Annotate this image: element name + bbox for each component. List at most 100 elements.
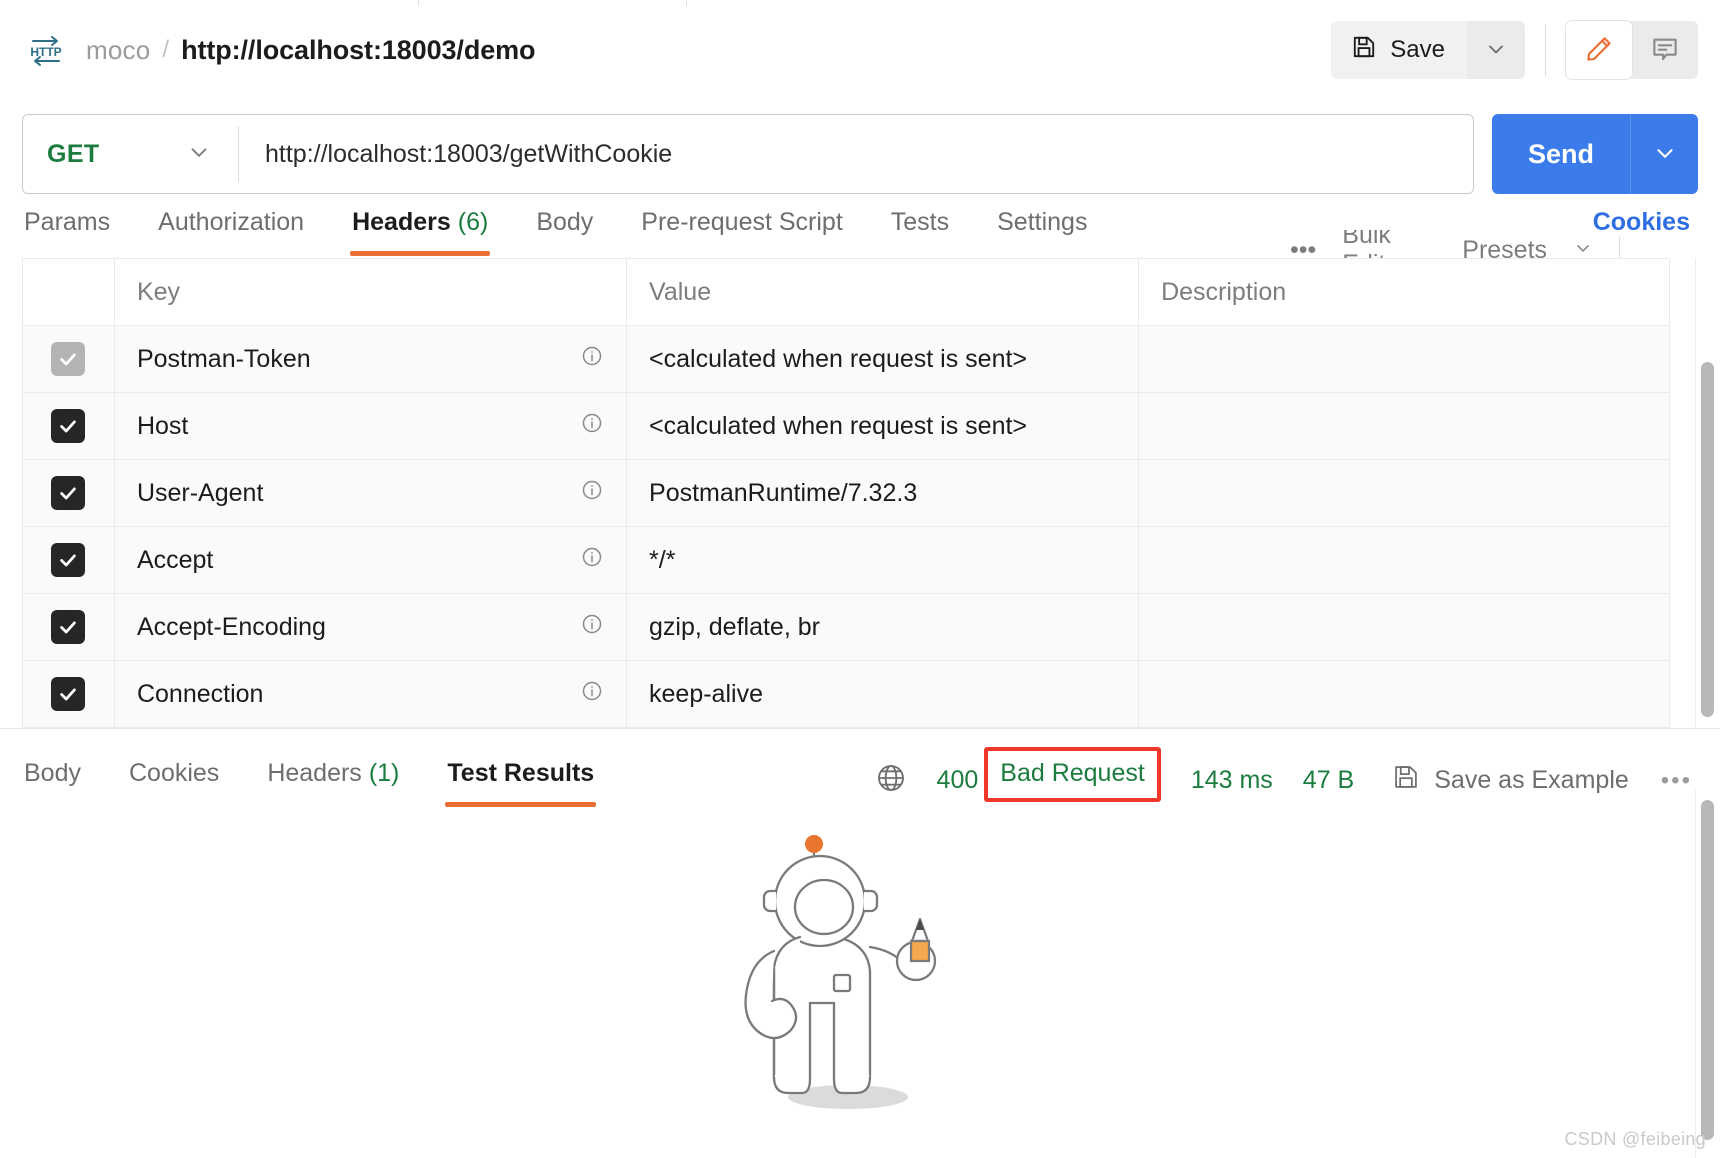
save-button[interactable]: Save [1331, 21, 1467, 79]
tab-count: (1) [368, 759, 400, 787]
table-header-row: Key Value Description [22, 258, 1670, 326]
info-circle-icon[interactable] [580, 612, 604, 643]
save-as-example-label: Save as Example [1434, 766, 1629, 794]
chevron-down-icon [1652, 140, 1678, 169]
response-tab-headers[interactable]: Headers (1) [265, 751, 401, 804]
info-circle-icon[interactable] [580, 411, 604, 442]
header-value: PostmanRuntime/7.32.3 [649, 478, 918, 507]
tab-authorization[interactable]: Authorization [156, 200, 306, 253]
save-button-group: Save [1331, 21, 1525, 79]
tab-pre-request-script[interactable]: Pre-request Script [639, 200, 844, 253]
url-input[interactable] [239, 115, 1473, 193]
response-tab-test-results[interactable]: Test Results [445, 751, 596, 807]
edit-mode-button[interactable] [1566, 21, 1632, 79]
header-value: keep-alive [649, 679, 763, 708]
header-key: Connection [136, 679, 264, 708]
header-key: Accept-Encoding [136, 612, 326, 641]
tab-settings[interactable]: Settings [995, 200, 1089, 253]
comment-icon [1650, 34, 1680, 67]
watermark: CSDN @feibeing [1564, 1129, 1706, 1149]
method-selector[interactable]: GET [23, 115, 238, 193]
chevron-down-icon [186, 139, 212, 170]
tab-label: Body [536, 208, 594, 236]
response-size: 47 B [1302, 766, 1355, 794]
breadcrumb-collection[interactable]: moco [86, 35, 150, 66]
comment-button[interactable] [1632, 21, 1698, 79]
row-checkbox[interactable] [51, 408, 86, 443]
tab-tests[interactable]: Tests [889, 200, 951, 253]
column-header-value: Value [626, 258, 1140, 326]
tab-label: Headers [352, 208, 451, 236]
header-value: <calculated when request is sent> [649, 344, 1028, 373]
method-label: GET [47, 139, 100, 168]
http-protocol-icon: HTTP [26, 30, 66, 70]
table-row: User-Agent PostmanRuntime/7.32.3 [22, 459, 1670, 527]
pencil-icon [1584, 34, 1614, 67]
info-circle-icon[interactable] [580, 545, 604, 576]
column-header-key: Key [113, 258, 628, 326]
tab-label: Tests [890, 208, 950, 236]
request-scrollbar-thumb[interactable] [1701, 362, 1714, 717]
response-scrollbar-thumb[interactable] [1701, 800, 1714, 1140]
response-more-icon[interactable]: ••• [1661, 767, 1692, 795]
table-row: Host <calculated when request is sent> [22, 392, 1670, 460]
header-key: User-Agent [136, 478, 264, 507]
view-mode-group [1566, 21, 1698, 79]
tab-label: Pre-request Script [641, 208, 843, 236]
tab-params[interactable]: Params [22, 200, 112, 253]
header-key: Host [136, 411, 189, 440]
response-panel: Body Cookies Headers (1) Test Results 40… [0, 728, 1720, 1158]
tab-body[interactable]: Body [534, 200, 595, 253]
status-badge: Bad Request [984, 747, 1161, 802]
svg-text:HTTP: HTTP [30, 45, 61, 59]
response-tabs: Body Cookies Headers (1) Test Results 40… [0, 729, 1720, 807]
headers-table-wrapper: Key Value Description Postman-Token <cal… [22, 258, 1670, 728]
response-tab-body[interactable]: Body [22, 751, 83, 804]
request-header: HTTP moco / http://localhost:18003/demo … [0, 6, 1720, 94]
chevron-down-icon [1484, 37, 1508, 64]
url-bar: GET [22, 114, 1474, 194]
header-actions: Save [1331, 21, 1698, 79]
row-checkbox[interactable] [51, 542, 86, 577]
globe-icon[interactable] [875, 762, 907, 799]
page-title: http://localhost:18003/demo [181, 34, 536, 65]
tab-label: Cookies [128, 759, 220, 787]
column-header-check [22, 258, 115, 326]
tab-headers[interactable]: Headers (6) [350, 200, 491, 256]
tab-label: Settings [997, 208, 1088, 236]
table-row: Connection keep-alive [22, 660, 1670, 728]
tab-label: Headers [267, 759, 362, 787]
save-as-example-button[interactable]: Save as Example [1392, 763, 1629, 798]
row-checkbox[interactable] [51, 475, 86, 510]
header-key: Postman-Token [136, 344, 311, 373]
response-tab-cookies[interactable]: Cookies [127, 751, 221, 804]
save-button-label: Save [1390, 36, 1445, 63]
info-circle-icon[interactable] [580, 679, 604, 710]
response-time: 143 ms [1190, 766, 1273, 794]
url-bar-row: GET Send [0, 108, 1720, 200]
info-circle-icon[interactable] [580, 344, 604, 375]
header-divider [1545, 24, 1546, 76]
table-row: Accept */* [22, 526, 1670, 594]
row-checkbox[interactable] [51, 609, 86, 644]
send-options-button[interactable] [1630, 114, 1698, 194]
row-checkbox[interactable] [51, 341, 86, 376]
save-options-button[interactable] [1467, 21, 1525, 79]
response-status-bar: 400 Bad Request 143 ms 47 B Save as Exam… [875, 747, 1698, 808]
info-circle-icon[interactable] [580, 478, 604, 509]
table-row: Postman-Token <calculated when request i… [22, 325, 1670, 393]
row-checkbox[interactable] [51, 676, 86, 711]
status-code: 400 [936, 766, 979, 794]
postman-window: HTTP moco / http://localhost:18003/demo … [0, 0, 1720, 1158]
header-key: Accept [136, 545, 214, 574]
send-button-group: Send [1491, 114, 1698, 194]
tab-label: Test Results [447, 759, 595, 787]
send-button[interactable]: Send [1491, 114, 1630, 194]
column-header-description: Description [1138, 258, 1670, 326]
tab-label: Authorization [158, 208, 305, 236]
empty-state-illustration [0, 829, 1700, 1119]
tab-count: (6) [457, 208, 489, 236]
table-row: Accept-Encoding gzip, deflate, br [22, 593, 1670, 661]
header-value: <calculated when request is sent> [649, 411, 1028, 440]
header-value: */* [649, 545, 676, 574]
